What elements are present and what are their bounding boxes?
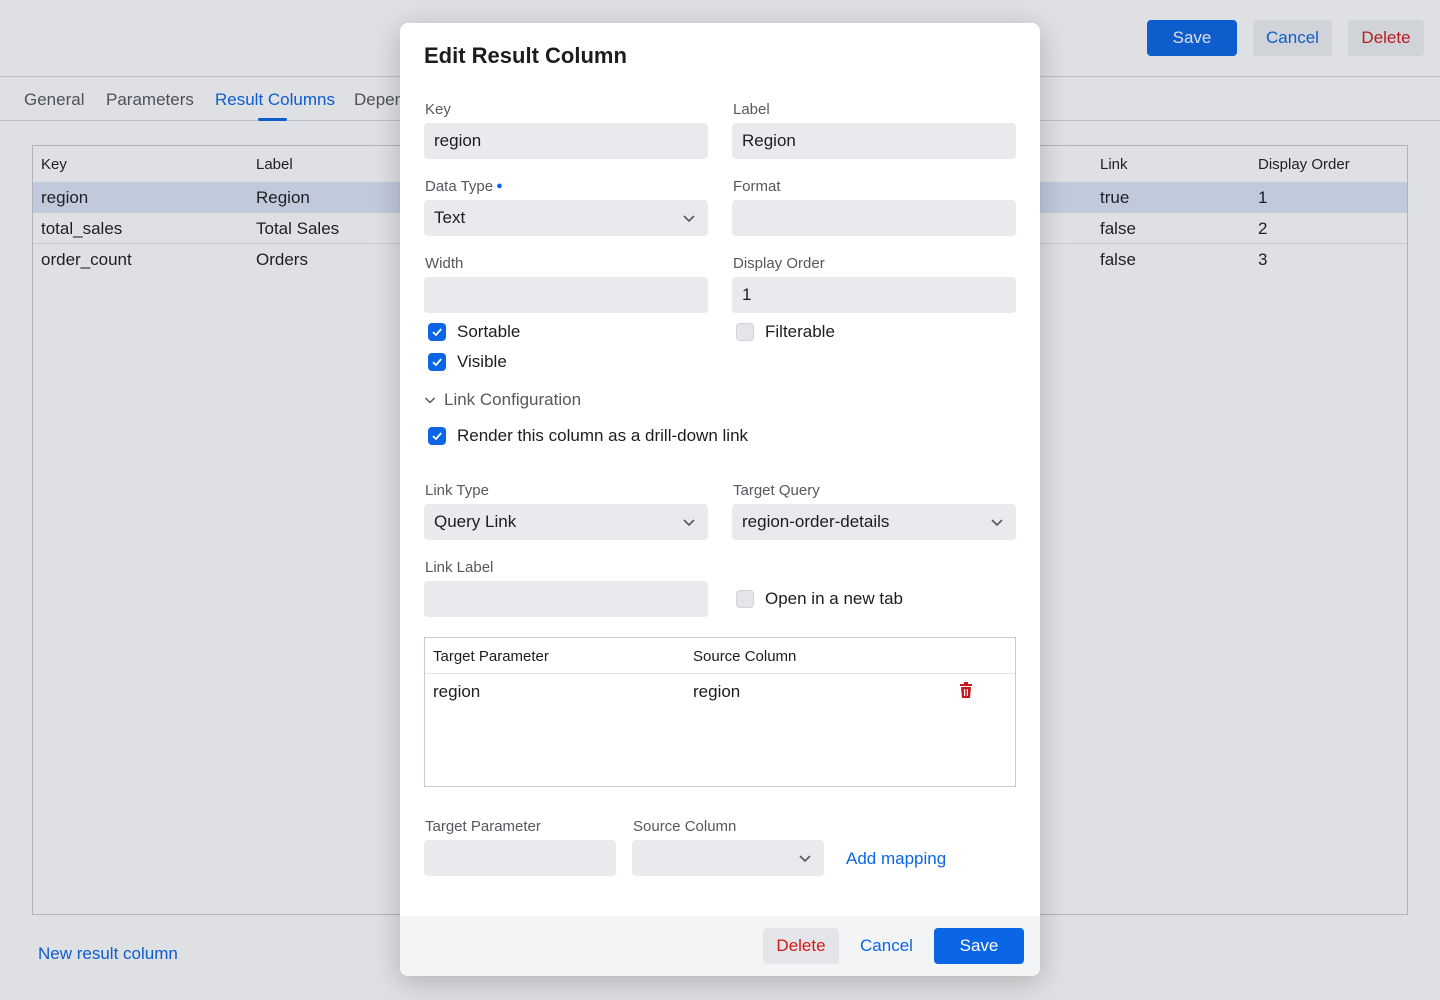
chevron-down-icon: [683, 519, 695, 527]
open-new-tab-label: Open in a new tab: [765, 589, 903, 608]
data-type-value: Text: [434, 208, 466, 227]
new-target-parameter-input[interactable]: [424, 840, 616, 876]
edit-result-column-dialog: Edit Result Column Key region Label Regi…: [400, 23, 1040, 976]
sortable-checkbox[interactable]: Sortable: [428, 322, 520, 342]
dialog-footer: Delete Cancel Save: [400, 916, 1040, 976]
dialog-delete-button[interactable]: Delete: [763, 928, 839, 964]
open-new-tab-checkbox[interactable]: Open in a new tab: [736, 589, 903, 609]
checkbox-checked-icon: [428, 427, 446, 445]
data-type-label: Data Type ●: [425, 178, 503, 195]
target-query-select[interactable]: region-order-details: [732, 504, 1016, 540]
label-input[interactable]: Region: [732, 123, 1016, 159]
add-mapping-button[interactable]: Add mapping: [846, 849, 946, 869]
link-configuration-toggle[interactable]: Link Configuration: [424, 390, 581, 410]
sortable-label: Sortable: [457, 322, 521, 341]
key-input[interactable]: region: [424, 123, 708, 159]
target-query-label: Target Query: [733, 482, 820, 499]
checkbox-unchecked-icon: [736, 590, 754, 608]
filterable-label: Filterable: [765, 322, 835, 341]
cell-source-column: region: [693, 682, 741, 701]
dialog-save-button[interactable]: Save: [934, 928, 1024, 964]
table-row[interactable]: region region: [425, 674, 1015, 708]
format-label: Format: [733, 178, 781, 195]
new-source-column-select[interactable]: [632, 840, 824, 876]
visible-checkbox[interactable]: Visible: [428, 352, 507, 372]
new-source-column-label: Source Column: [633, 818, 737, 835]
width-input[interactable]: [424, 277, 708, 313]
column-header-source-column: Source Column: [693, 648, 797, 665]
checkbox-checked-icon: [428, 353, 446, 371]
filterable-checkbox[interactable]: Filterable: [736, 322, 835, 342]
mapping-table-header: Target Parameter Source Column: [425, 638, 1015, 674]
column-header-target-parameter: Target Parameter: [433, 648, 549, 665]
chevron-down-icon: [424, 397, 436, 404]
display-order-label: Display Order: [733, 255, 825, 272]
chevron-down-icon: [683, 215, 695, 223]
chevron-down-icon: [991, 519, 1003, 527]
dialog-title: Edit Result Column: [424, 43, 627, 68]
format-input[interactable]: [732, 200, 1016, 236]
key-label: Key: [425, 101, 451, 118]
link-type-select[interactable]: Query Link: [424, 504, 708, 540]
parameter-mapping-table: Target Parameter Source Column region re…: [424, 637, 1016, 787]
render-as-link-label: Render this column as a drill-down link: [457, 426, 749, 445]
required-indicator: ●: [496, 180, 503, 192]
new-target-parameter-label: Target Parameter: [425, 818, 541, 835]
link-type-value: Query Link: [434, 512, 517, 531]
link-configuration-title: Link Configuration: [444, 390, 582, 409]
key-value: region: [434, 131, 482, 150]
display-order-input[interactable]: 1: [732, 277, 1016, 313]
cell-target-parameter: region: [433, 682, 481, 701]
chevron-down-icon: [799, 855, 811, 863]
link-label-label: Link Label: [425, 559, 494, 576]
label-value: Region: [742, 131, 796, 150]
checkbox-checked-icon: [428, 323, 446, 341]
visible-label: Visible: [457, 352, 507, 371]
link-label-input[interactable]: [424, 581, 708, 617]
render-as-link-checkbox[interactable]: Render this column as a drill-down link: [428, 426, 748, 446]
checkbox-unchecked-icon: [736, 323, 754, 341]
dialog-cancel-button[interactable]: Cancel: [855, 928, 918, 964]
link-type-label: Link Type: [425, 482, 489, 499]
trash-icon[interactable]: [959, 682, 973, 699]
display-order-value: 1: [742, 285, 752, 304]
label-label: Label: [733, 101, 770, 118]
data-type-select[interactable]: Text: [424, 200, 708, 236]
width-label: Width: [425, 255, 464, 272]
target-query-value: region-order-details: [742, 512, 890, 531]
